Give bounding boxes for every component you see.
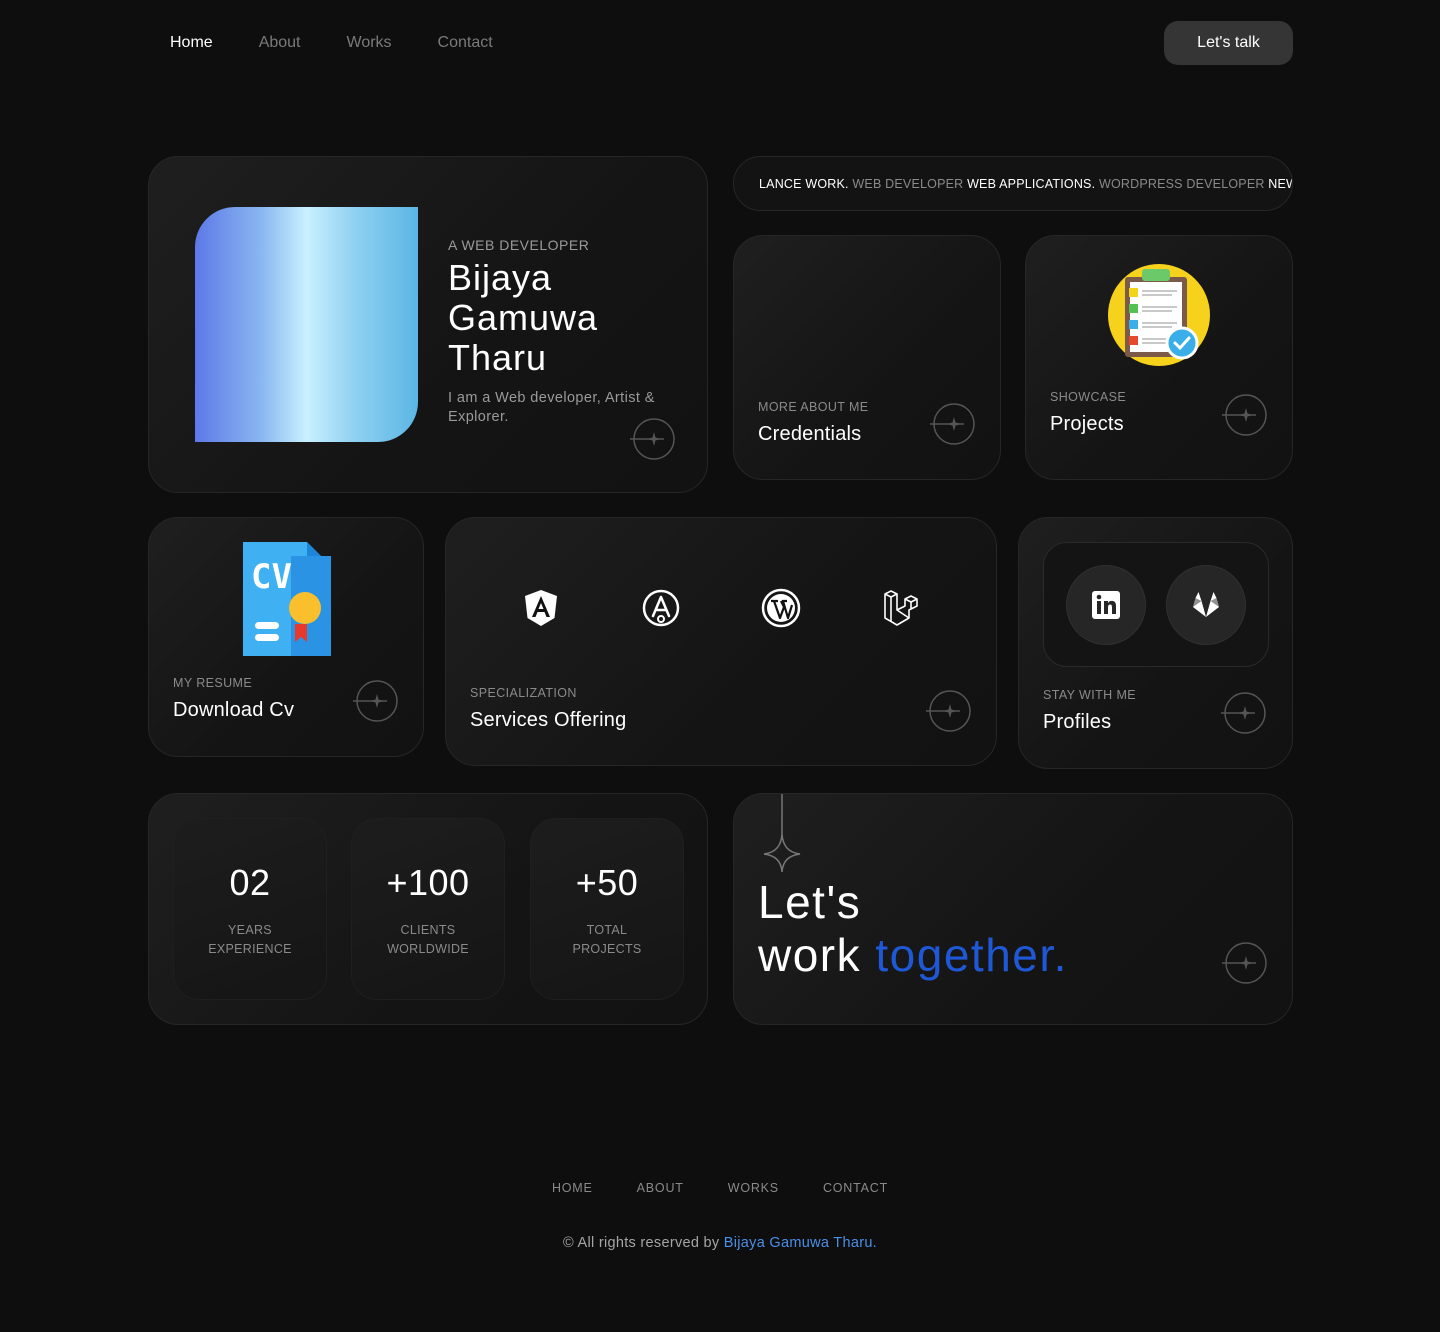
- nav-link-about[interactable]: About: [259, 34, 301, 52]
- angular-icon: [521, 588, 561, 628]
- copyright: © All rights reserved by Bijaya Gamuwa T…: [0, 1235, 1440, 1251]
- linkedin-button[interactable]: [1066, 564, 1146, 645]
- stat-label-line: EXPERIENCE: [208, 942, 292, 956]
- wordpress-icon: [761, 588, 801, 628]
- tech-icons-row: [521, 588, 996, 628]
- services-title: Services Offering: [470, 709, 627, 731]
- stat-value: 02: [229, 862, 271, 903]
- footer-link-home[interactable]: HOME: [552, 1181, 593, 1195]
- arrow-star-icon[interactable]: [926, 688, 972, 734]
- top-nav: Home About Works Contact Let's talk: [148, 21, 1293, 65]
- projects-title: Projects: [1050, 413, 1124, 435]
- hero-name: Bijaya Gamuwa Tharu: [448, 258, 688, 378]
- lets-work-line: work together.: [758, 929, 1068, 982]
- stat-label-line: PROJECTS: [572, 942, 642, 956]
- copyright-prefix: © All rights reserved by: [562, 1235, 724, 1251]
- affinity-designer-icon: [641, 588, 681, 628]
- arrow-star-icon[interactable]: [353, 678, 399, 724]
- projects-card[interactable]: SHOWCASE Projects: [1025, 235, 1293, 480]
- credentials-label: MORE ABOUT ME: [758, 400, 869, 414]
- credentials-title: Credentials: [758, 423, 862, 445]
- credentials-card[interactable]: MORE ABOUT ME Credentials: [733, 235, 1001, 480]
- marquee-strip: LANCE WORK. WEB DEVELOPER WEB APPLICATIO…: [733, 156, 1293, 211]
- footer-link-works[interactable]: WORKS: [728, 1181, 779, 1195]
- nav-link-works[interactable]: Works: [347, 34, 392, 52]
- cv-document-icon: CV: [243, 542, 331, 656]
- lets-work-accent: together.: [875, 929, 1068, 981]
- hero-name-line: Gamuwa: [448, 297, 599, 338]
- stat-label-line: WORLDWIDE: [387, 942, 469, 956]
- projects-label: SHOWCASE: [1050, 390, 1127, 404]
- profiles-label: STAY WITH ME: [1043, 688, 1136, 702]
- social-links-box: [1043, 542, 1269, 667]
- marquee-item: WEB DEVELOPER: [852, 176, 964, 191]
- stat-label: YEARS EXPERIENCE: [174, 921, 326, 959]
- stat-value: +100: [386, 862, 470, 903]
- resume-title: Download Cv: [173, 699, 295, 721]
- hero-subtitle: A WEB DEVELOPER: [448, 237, 590, 253]
- nav-link-home[interactable]: Home: [170, 34, 213, 52]
- arrow-star-icon[interactable]: [930, 401, 976, 447]
- gitlab-icon: [1193, 591, 1219, 617]
- sparkle-star-icon: [763, 794, 801, 872]
- profiles-title: Profiles: [1043, 711, 1112, 733]
- credentials-text: MORE ABOUT ME Credentials: [758, 400, 869, 446]
- lets-work-line: Let's: [758, 876, 862, 928]
- resume-text: MY RESUME Download Cv: [173, 676, 294, 722]
- stat-value: +50: [575, 862, 639, 903]
- stat-label-line: CLIENTS: [400, 923, 456, 937]
- lets-talk-button[interactable]: Let's talk: [1164, 21, 1293, 65]
- hero-text: A WEB DEVELOPER Bijaya Gamuwa Tharu I am…: [448, 237, 688, 427]
- services-card[interactable]: SPECIALIZATION Services Offering: [445, 517, 997, 766]
- stat-box-years: 02 YEARS EXPERIENCE: [173, 818, 327, 1000]
- footer-link-contact[interactable]: CONTACT: [823, 1181, 888, 1195]
- hero-card[interactable]: A WEB DEVELOPER Bijaya Gamuwa Tharu I am…: [148, 156, 708, 493]
- stat-label-line: YEARS: [228, 923, 272, 937]
- stat-label: TOTAL PROJECTS: [531, 921, 683, 959]
- hero-name-line: Tharu: [448, 337, 548, 378]
- svg-text:CV: CV: [251, 557, 292, 597]
- stat-box-clients: +100 CLIENTS WORLDWIDE: [351, 818, 505, 1000]
- marquee-item: WORDPRESS DEVELOPER: [1098, 176, 1265, 191]
- lets-work-heading: Let's work together.: [758, 876, 1068, 982]
- marquee-item: NEWS P: [1268, 176, 1292, 191]
- stat-label: CLIENTS WORLDWIDE: [352, 921, 504, 959]
- hero-name-line: Bijaya: [448, 257, 553, 298]
- stats-card: 02 YEARS EXPERIENCE +100 CLIENTS WORLDWI…: [148, 793, 708, 1025]
- profile-photo: [195, 207, 418, 442]
- resume-label: MY RESUME: [173, 676, 253, 690]
- profiles-card[interactable]: STAY WITH ME Profiles: [1018, 517, 1293, 769]
- arrow-star-icon[interactable]: [1222, 940, 1268, 986]
- profiles-text: STAY WITH ME Profiles: [1043, 688, 1136, 734]
- arrow-star-icon[interactable]: [1221, 690, 1267, 736]
- linkedin-icon: [1092, 590, 1120, 619]
- clipboard-checklist-icon: [1107, 263, 1211, 367]
- stat-label-line: TOTAL: [586, 923, 628, 937]
- services-text: SPECIALIZATION Services Offering: [470, 686, 626, 732]
- footer-link-about[interactable]: ABOUT: [637, 1181, 684, 1195]
- arrow-star-icon[interactable]: [630, 416, 676, 462]
- marquee-item: LANCE WORK.: [759, 176, 849, 191]
- marquee-item: WEB APPLICATIONS.: [967, 176, 1096, 191]
- arrow-star-icon[interactable]: [1222, 392, 1268, 438]
- projects-text: SHOWCASE Projects: [1050, 390, 1126, 436]
- lets-work-card[interactable]: Let's work together.: [733, 793, 1293, 1025]
- nav-link-contact[interactable]: Contact: [438, 34, 493, 52]
- laravel-icon: [881, 588, 921, 628]
- marquee-track: LANCE WORK. WEB DEVELOPER WEB APPLICATIO…: [759, 176, 1292, 191]
- lets-work-plain: work: [758, 929, 876, 981]
- footer-nav: HOME ABOUT WORKS CONTACT: [0, 1181, 1440, 1195]
- stat-box-projects: +50 TOTAL PROJECTS: [530, 818, 684, 1000]
- gitlab-button[interactable]: [1166, 564, 1246, 645]
- nav-links: Home About Works Contact: [148, 34, 539, 52]
- copyright-name-link[interactable]: Bijaya Gamuwa Tharu.: [724, 1235, 877, 1251]
- resume-card[interactable]: CV MY RESUME Download Cv: [148, 517, 424, 757]
- services-label: SPECIALIZATION: [470, 686, 577, 700]
